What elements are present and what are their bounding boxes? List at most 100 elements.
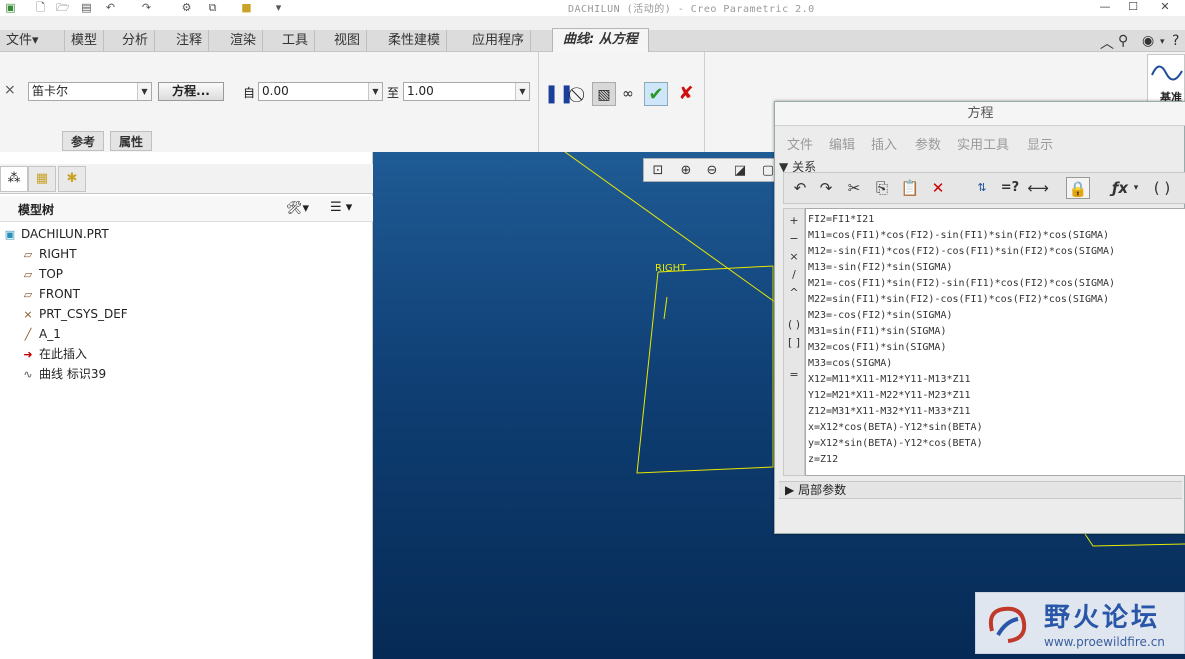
tab-analysis[interactable]: 分析 — [116, 30, 156, 52]
repaint-icon[interactable]: ◪ — [730, 162, 750, 180]
paste-icon[interactable]: 📋 — [898, 177, 922, 199]
equation-line: Y12=M21*X11-M22*Y11-M23*Z11 — [808, 390, 971, 401]
divide-operator[interactable]: / — [784, 267, 804, 283]
parentheses-operator[interactable]: ( ) — [784, 317, 804, 333]
folder-browser-tab-icon[interactable]: ▦ — [28, 166, 56, 192]
datum-group[interactable]: 基准 — [1147, 54, 1185, 104]
menu-utilities[interactable]: 实用工具 — [957, 134, 1009, 153]
equation-line: x=X12*cos(BETA)-Y12*sin(BETA) — [808, 422, 983, 433]
no-preview-icon[interactable]: ⃠ — [568, 82, 592, 106]
power-operator[interactable]: ^ — [784, 285, 804, 301]
settings-tools-icon[interactable]: 🛠▾ — [286, 201, 309, 216]
subtab-properties[interactable]: 属性 — [110, 131, 153, 151]
tree-item[interactable]: ∿ 曲线 标识39 — [20, 364, 106, 384]
tab-annotate[interactable]: 注释 — [170, 30, 210, 52]
equation-button[interactable]: 方程... — [158, 82, 224, 101]
brackets-operator[interactable]: [ ] — [784, 335, 804, 351]
redo-icon[interactable]: ↷ — [140, 1, 153, 14]
info-icon[interactable]: ? — [1172, 33, 1179, 49]
tree-item-label: RIGHT — [39, 247, 77, 261]
function-icon[interactable]: ƒx — [1108, 177, 1132, 199]
equation-line: M32=cos(FI1)*sin(SIGMA) — [808, 342, 947, 353]
tab-file[interactable]: 文件▾ — [0, 30, 45, 52]
zoom-out-icon[interactable]: ⊖ — [702, 162, 722, 180]
tree-item[interactable]: ▱ FRONT — [20, 284, 80, 304]
tab-applications[interactable]: 应用程序 — [466, 30, 532, 52]
menu-file[interactable]: 文件 — [787, 134, 813, 153]
confirm-check-icon[interactable]: ✔ — [644, 82, 668, 106]
equation-dialog: 方程 文件 编辑 插入 参数 实用工具 显示 ▼ 关系 ↶ ↷ ✂ ⎘ 📋 ✕ … — [774, 101, 1185, 534]
tab-tools[interactable]: 工具 — [276, 30, 316, 52]
preview-icon[interactable]: ▧ — [592, 82, 616, 106]
search-icon[interactable]: ⚲ — [1118, 33, 1128, 49]
plus-operator[interactable]: + — [784, 213, 804, 229]
windows-icon[interactable]: ⧉ — [206, 1, 219, 14]
operator-palette: + − × / ^ ( ) [ ] = — [783, 208, 805, 476]
tab-view[interactable]: 视图 — [328, 30, 368, 52]
equation-line: y=X12*sin(BETA)-Y12*cos(BETA) — [808, 438, 983, 449]
tree-item-label: FRONT — [39, 287, 80, 301]
tree-item[interactable]: ▱ TOP — [20, 264, 63, 284]
tree-item[interactable]: ⨯ PRT_CSYS_DEF — [20, 304, 127, 324]
help-dropdown-icon[interactable]: ▾ — [1160, 37, 1165, 47]
tree-item-label: 在此插入 — [39, 347, 88, 361]
pause-icon[interactable]: ❚❚ — [544, 82, 574, 106]
minimize-icon[interactable]: — — [1098, 0, 1112, 14]
menu-insert[interactable]: 插入 — [871, 134, 897, 153]
lock-icon[interactable]: 🔒 — [1066, 177, 1090, 199]
folder-icon[interactable]: ■ — [240, 1, 253, 14]
minus-operator[interactable]: − — [784, 231, 804, 247]
customize-dropdown-icon[interactable]: ▾ — [272, 1, 285, 14]
relations-editor[interactable]: FI2=FI1*I21 M11=cos(FI1)*cos(FI2)-sin(FI1… — [805, 208, 1185, 476]
from-value: 0.00 — [262, 84, 289, 98]
tree-item[interactable]: ▣ DACHILUN.PRT — [2, 224, 109, 244]
regenerate-icon[interactable]: ⚙ — [180, 1, 193, 14]
equation-line: M33=cos(SIGMA) — [808, 358, 893, 369]
delete-icon[interactable]: ✕ — [926, 177, 950, 199]
function-dropdown-icon[interactable]: ▾ — [1130, 177, 1142, 199]
from-value-input[interactable]: 0.00 ▼ — [258, 82, 383, 101]
subtab-references[interactable]: 参考 — [62, 131, 105, 151]
sort-relations-icon[interactable]: ⇅ — [970, 177, 994, 199]
show-list-icon[interactable]: ☰ ▾ — [330, 200, 352, 215]
tab-flexible-modeling[interactable]: 柔性建模 — [382, 30, 448, 52]
tree-item[interactable]: ➜ 在此插入 — [20, 344, 87, 364]
multiply-operator[interactable]: × — [784, 249, 804, 265]
coord-system-select[interactable]: 笛卡尔 ▼ — [28, 82, 152, 101]
tab-render[interactable]: 渲染 — [224, 30, 264, 52]
close-window-icon[interactable]: ✕ — [1158, 0, 1172, 14]
redo-icon[interactable]: ↷ — [814, 177, 838, 199]
undo-icon[interactable]: ↶ — [104, 1, 117, 14]
menu-display[interactable]: 显示 — [1027, 134, 1053, 153]
tree-item-label: TOP — [39, 267, 64, 281]
favorites-tab-icon[interactable]: ✱ — [58, 166, 86, 192]
undo-icon[interactable]: ↶ — [788, 177, 812, 199]
help-icon[interactable]: ◉ — [1142, 33, 1154, 49]
open-file-icon[interactable]: 🗁 — [56, 1, 70, 14]
tab-curve-from-equation[interactable]: 曲线: 从方程 — [552, 28, 649, 52]
tree-item[interactable]: ▱ RIGHT — [20, 244, 77, 264]
verify-glasses-icon[interactable]: ∞ — [616, 82, 640, 106]
collapsed-triangle-icon: ▶ — [785, 483, 795, 497]
cancel-x-icon[interactable]: ✘ — [674, 82, 698, 106]
new-file-icon[interactable]: 🗋 — [34, 1, 47, 14]
tree-item[interactable]: ╱ A_1 — [20, 324, 61, 344]
show-dimension-icon[interactable]: ⟷ — [1026, 177, 1050, 199]
model-tree-tab-icon[interactable]: ⁂ — [0, 166, 28, 192]
cut-icon[interactable]: ✂ — [842, 177, 866, 199]
menu-parameters[interactable]: 参数 — [915, 134, 941, 153]
to-value-input[interactable]: 1.00 ▼ — [403, 82, 530, 101]
local-params-section[interactable]: ▶ 局部参数 — [779, 481, 1182, 499]
collapse-ribbon-icon[interactable]: ︿ — [1100, 33, 1114, 53]
brackets-icon[interactable]: ( ) — [1150, 177, 1174, 199]
refit-icon[interactable]: ⊡ — [648, 162, 668, 180]
tab-model[interactable]: 模型 — [64, 30, 105, 52]
menu-edit[interactable]: 编辑 — [829, 134, 855, 153]
zoom-in-icon[interactable]: ⊕ — [676, 162, 696, 180]
equation-line: M31=sin(FI1)*sin(SIGMA) — [808, 326, 947, 337]
save-icon[interactable]: ▤ — [80, 1, 93, 14]
maximize-icon[interactable]: ☐ — [1126, 0, 1140, 14]
copy-icon[interactable]: ⎘ — [870, 177, 894, 199]
evaluate-icon[interactable]: =? — [998, 177, 1022, 199]
equals-operator[interactable]: = — [784, 367, 804, 383]
